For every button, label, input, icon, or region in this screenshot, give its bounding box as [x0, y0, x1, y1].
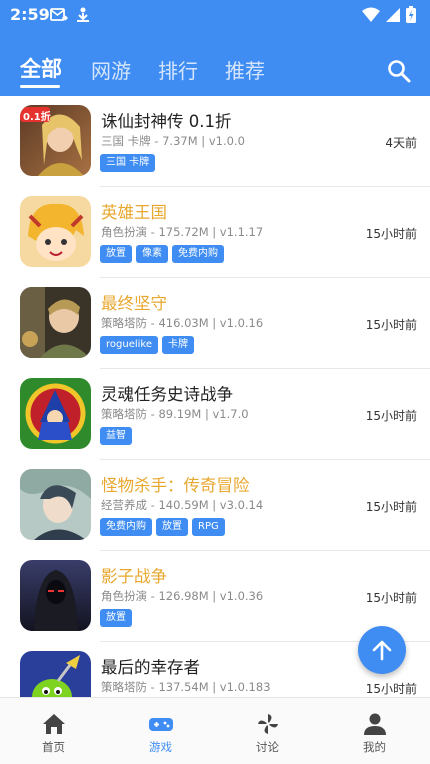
game-title: 怪物杀手：传奇冒险: [101, 476, 250, 495]
gamepad-icon: [148, 718, 173, 731]
message-icon: [50, 8, 68, 21]
tag-list: 益智: [100, 427, 132, 445]
game-title: 影子战争: [101, 567, 167, 586]
game-title: 最后的幸存者: [101, 658, 200, 677]
game-meta: 角色扮演 - 175.72M | v1.1.17: [101, 225, 264, 239]
category-tabs: 全部 网游 排行 推荐: [0, 50, 430, 90]
tab-ranking[interactable]: 排行: [158, 55, 198, 84]
app-header: 2:59 全部 网游 排行 推荐: [0, 0, 430, 96]
soldier-icon: [20, 287, 91, 358]
update-time: 15小时前: [365, 591, 417, 605]
status-time: 2:59: [10, 5, 50, 24]
signal-icon: [386, 7, 400, 22]
tab-all[interactable]: 全部: [20, 53, 62, 83]
game-row[interactable]: 最终坚守 策略塔防 - 416.03M | v1.0.16 roguelike …: [0, 278, 430, 369]
update-time: 15小时前: [365, 409, 417, 423]
game-meta: 三国 卡牌 - 7.37M | v1.0.0: [101, 134, 245, 148]
nav-label: 首页: [42, 740, 65, 754]
tag: 益智: [100, 427, 132, 445]
tag: 放置: [156, 518, 188, 536]
nav-discussion[interactable]: 讨论: [214, 698, 321, 764]
game-list: 0.1折 诛仙封神传 0.1折 三国 卡牌 - 7.37M | v1.0.0 三…: [0, 96, 430, 697]
user-icon: [363, 713, 386, 735]
tag: roguelike: [100, 336, 158, 354]
game-row[interactable]: 0.1折 诛仙封神传 0.1折 三国 卡牌 - 7.37M | v1.0.0 三…: [0, 96, 430, 187]
update-time: 15小时前: [365, 227, 417, 241]
update-time: 4天前: [385, 136, 417, 150]
nav-games[interactable]: 游戏: [107, 698, 214, 764]
nav-home[interactable]: 首页: [0, 698, 107, 764]
nav-label: 讨论: [256, 740, 279, 754]
battery-icon: [406, 6, 416, 23]
tab-recommended[interactable]: 推荐: [225, 55, 265, 84]
tag: 卡牌: [162, 336, 194, 354]
game-meta: 经营养成 - 140.59M | v3.0.14: [101, 498, 264, 512]
discount-badge: 0.1折: [23, 112, 51, 123]
download-icon: [77, 7, 89, 22]
nav-profile[interactable]: 我的: [321, 698, 428, 764]
pinwheel-icon: [257, 714, 278, 734]
tag: RPG: [192, 518, 225, 536]
warrior-woman-icon: 0.1折: [20, 105, 91, 176]
tab-online-games[interactable]: 网游: [91, 55, 131, 84]
tag: 三国 卡牌: [100, 154, 156, 172]
game-title: 英雄王国: [101, 203, 167, 222]
game-meta: 角色扮演 - 126.98M | v1.0.36: [101, 589, 264, 603]
game-meta: 策略塔防 - 137.54M | v1.0.183: [101, 680, 271, 694]
tag-list: 免费内购 放置 RPG: [100, 518, 225, 536]
nav-label: 游戏: [149, 740, 172, 754]
game-row[interactable]: 灵魂任务史诗战争 策略塔防 - 89.19M | v1.7.0 益智 15小时前: [0, 369, 430, 460]
tag-list: roguelike 卡牌: [100, 336, 194, 354]
game-meta: 策略塔防 - 416.03M | v1.0.16: [101, 316, 264, 330]
tag-list: 放置 像素 免费内购: [100, 245, 224, 263]
nav-label: 我的: [363, 740, 386, 754]
status-bar: 2:59: [0, 0, 430, 30]
game-row[interactable]: 怪物杀手：传奇冒险 经营养成 - 140.59M | v3.0.14 免费内购 …: [0, 460, 430, 551]
game-row[interactable]: 英雄王国 角色扮演 - 175.72M | v1.1.17 放置 像素 免费内购…: [0, 187, 430, 278]
tag: 免费内购: [172, 245, 224, 263]
game-title: 诛仙封神传 0.1折: [101, 112, 232, 131]
game-row[interactable]: 影子战争 角色扮演 - 126.98M | v1.0.36 放置 15小时前: [0, 551, 430, 642]
home-icon: [42, 714, 65, 734]
search-icon[interactable]: [386, 58, 412, 84]
game-title: 最终坚守: [101, 294, 167, 313]
update-time: 15小时前: [365, 682, 417, 696]
cartoon-hero-icon: [20, 196, 91, 267]
update-time: 15小时前: [365, 318, 417, 332]
game-title: 灵魂任务史诗战争: [101, 385, 233, 404]
game-meta: 策略塔防 - 89.19M | v1.7.0: [101, 407, 249, 421]
tag: 放置: [100, 609, 132, 627]
arrow-up-icon: [372, 640, 392, 661]
bottom-navigation: 首页 游戏 讨论 我的: [0, 697, 430, 764]
hooded-figure-icon: [20, 560, 91, 631]
tag: 放置: [100, 245, 132, 263]
green-monster-icon: [20, 651, 91, 697]
wifi-icon: [362, 7, 380, 22]
tag: 像素: [136, 245, 168, 263]
tag-list: 放置: [100, 609, 132, 627]
scroll-to-top-button[interactable]: [358, 626, 406, 674]
tag: 免费内购: [100, 518, 152, 536]
wizard-icon: [20, 378, 91, 449]
tag-list: 三国 卡牌: [100, 154, 156, 172]
active-tab-indicator: [20, 85, 60, 88]
update-time: 15小时前: [365, 500, 417, 514]
anime-character-icon: [20, 469, 91, 540]
